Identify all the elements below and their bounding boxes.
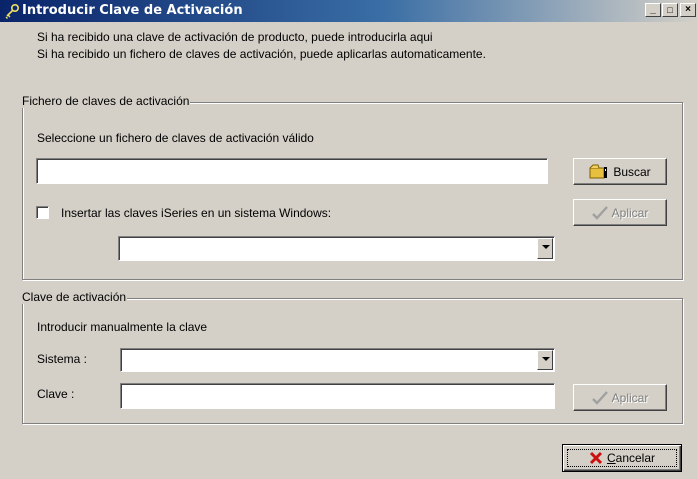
key-instruction: Introducir manualmente la clave [37, 320, 208, 334]
browse-button-label: Buscar [613, 164, 651, 179]
checkmark-icon [591, 390, 608, 405]
intro-line-2: Si ha recibido un fichero de claves de a… [37, 47, 486, 61]
activation-key-dialog: Introducir Clave de Activación _ □ × Si … [0, 0, 697, 479]
system-select[interactable] [120, 348, 555, 372]
file-path-field[interactable] [36, 158, 548, 184]
cancel-button[interactable]: Cancelar [562, 444, 682, 472]
file-instruction: Seleccione un fichero de claves de activ… [37, 131, 314, 145]
key-icon [5, 3, 20, 19]
insert-iseries-label[interactable]: Insertar las claves iSeries en un sistem… [61, 206, 331, 220]
chevron-down-icon[interactable] [537, 238, 553, 259]
key-apply-label: Aplicar [611, 390, 649, 405]
folder-hand-icon [589, 164, 608, 178]
key-label: Clave : [37, 387, 75, 401]
insert-iseries-checkbox[interactable] [36, 206, 49, 219]
intro-line-1: Si ha recibido una clave de activación d… [37, 30, 433, 44]
key-apply-button[interactable]: Aplicar [573, 384, 667, 411]
title-bar[interactable]: Introducir Clave de Activación _ □ × [0, 0, 697, 22]
file-apply-label: Aplicar [611, 205, 649, 220]
browse-button[interactable]: Buscar [573, 158, 667, 185]
file-path-input[interactable] [37, 159, 547, 183]
close-button[interactable]: × [680, 3, 696, 17]
checkmark-icon [591, 205, 608, 220]
focus-rectangle [567, 449, 677, 467]
activation-key-group-legend: Clave de activación [21, 290, 128, 304]
chevron-down-icon[interactable] [537, 350, 553, 370]
system-label: Sistema : [37, 352, 88, 366]
window-title: Introducir Clave de Activación [22, 3, 243, 18]
iseries-system-select[interactable] [118, 236, 555, 261]
minimize-button[interactable]: _ [645, 3, 661, 17]
file-keys-group-legend: Fichero de claves de activación [21, 94, 191, 108]
maximize-button[interactable]: □ [662, 3, 678, 17]
file-apply-button[interactable]: Aplicar [573, 199, 667, 226]
key-input[interactable] [121, 384, 554, 408]
key-field[interactable] [120, 383, 555, 409]
